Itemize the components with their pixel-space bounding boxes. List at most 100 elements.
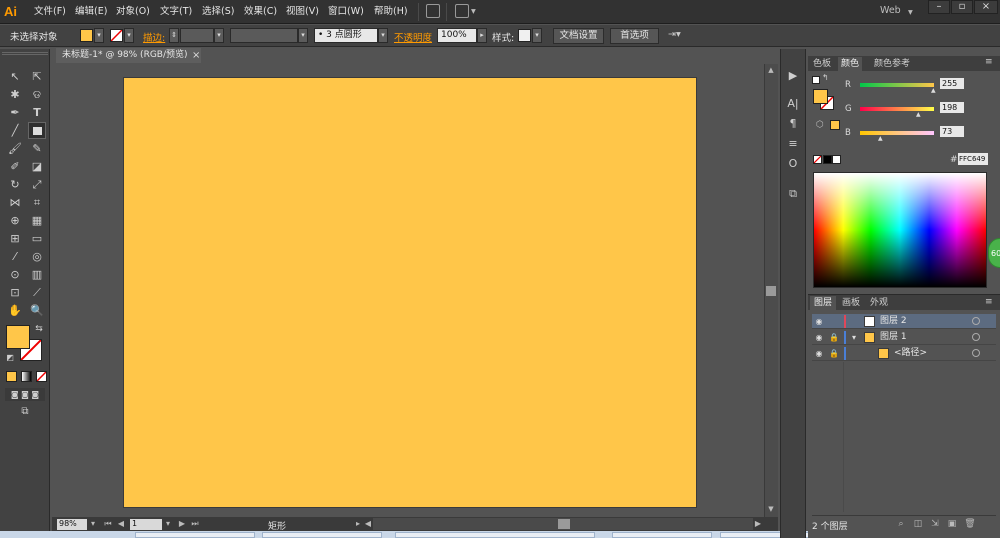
tab-artboards[interactable]: 画板: [842, 296, 860, 310]
eraser-tool-icon[interactable]: ◪: [28, 158, 46, 175]
scroll-up-icon[interactable]: ▲: [766, 66, 776, 76]
layer-target-icon[interactable]: [972, 317, 980, 325]
scroll-left-icon[interactable]: ◀: [363, 518, 373, 530]
scroll-right-icon[interactable]: ▶: [753, 518, 763, 530]
bridge-icon[interactable]: [426, 4, 440, 18]
visibility-eye-icon[interactable]: ◉: [813, 331, 825, 344]
panel-menu-icon[interactable]: ≡: [985, 55, 993, 69]
fill-swatch[interactable]: [80, 29, 93, 42]
artboard-number-field[interactable]: 1: [130, 519, 162, 530]
slider-r[interactable]: [860, 83, 934, 87]
shape-builder-tool-icon[interactable]: ⊕: [6, 212, 24, 229]
hand-tool-icon[interactable]: ✋: [6, 302, 24, 319]
gamut-swatch[interactable]: [830, 120, 840, 130]
value-b[interactable]: 73: [940, 126, 964, 137]
menu-select[interactable]: 选择(S): [202, 4, 234, 20]
value-g[interactable]: 198: [940, 102, 964, 113]
symbol-sprayer-tool-icon[interactable]: ⊙: [6, 266, 24, 283]
document-tab[interactable]: 未标题-1* @ 98% (RGB/预览): [56, 48, 201, 63]
menu-help[interactable]: 帮助(H): [374, 4, 408, 20]
artboard-rectangle[interactable]: [123, 77, 697, 508]
opacity-field[interactable]: 100%: [437, 28, 477, 43]
character-panel-icon[interactable]: A|: [784, 96, 802, 112]
next-artboard-icon[interactable]: ▶: [177, 518, 187, 530]
tab-appearance[interactable]: 外观: [870, 296, 888, 310]
workspace-switcher[interactable]: Web: [880, 5, 901, 16]
style-dropdown-icon[interactable]: ▾: [532, 28, 542, 43]
stroke-weight-dropdown-icon[interactable]: ▾: [214, 28, 224, 43]
none-color-swatch[interactable]: [813, 155, 822, 164]
slider-b[interactable]: [860, 131, 934, 135]
layer-name[interactable]: 图层 1: [880, 331, 907, 344]
menu-edit[interactable]: 编辑(E): [75, 4, 107, 20]
slider-b-handle[interactable]: ▲: [878, 135, 883, 142]
panel-menu-icon[interactable]: ⇥▾: [668, 29, 681, 40]
vertical-scroll-thumb[interactable]: [766, 286, 776, 296]
locate-object-icon[interactable]: ⌕: [895, 518, 907, 530]
gradient-mode-icon[interactable]: [21, 371, 32, 382]
preferences-button[interactable]: 首选项: [610, 28, 659, 44]
horizontal-scroll-thumb[interactable]: [558, 519, 570, 529]
stroke-weight-field[interactable]: [180, 28, 214, 43]
slider-r-handle[interactable]: ▲: [931, 87, 936, 94]
scale-tool-icon[interactable]: ⤢: [28, 176, 46, 193]
hex-input[interactable]: FFC649: [958, 153, 988, 165]
black-color-swatch[interactable]: [823, 155, 832, 164]
taskbar-item[interactable]: [262, 532, 382, 538]
previous-artboard-icon[interactable]: ◀: [116, 518, 126, 530]
arrange-dropdown-icon[interactable]: ▾: [471, 4, 476, 20]
layer-name[interactable]: <路径>: [894, 347, 927, 360]
opentype-panel-icon[interactable]: O: [784, 156, 802, 172]
expand-chevron-icon[interactable]: ▾: [848, 331, 860, 344]
mesh-tool-icon[interactable]: ⊞: [6, 230, 24, 247]
brush-dropdown-icon[interactable]: ▾: [378, 28, 388, 43]
type-tool-icon[interactable]: T: [28, 104, 46, 121]
selection-tool-icon[interactable]: ↖: [6, 68, 24, 85]
rotate-tool-icon[interactable]: ↻: [6, 176, 24, 193]
layer-target-icon[interactable]: [972, 333, 980, 341]
menu-type[interactable]: 文字(T): [160, 4, 192, 20]
visibility-eye-icon[interactable]: ◉: [813, 347, 825, 360]
zoom-dropdown-icon[interactable]: ▾: [88, 518, 98, 530]
perspective-grid-tool-icon[interactable]: ▦: [28, 212, 46, 229]
delete-layer-icon[interactable]: 🗑: [964, 518, 976, 530]
taskbar-item[interactable]: [612, 532, 712, 538]
value-r[interactable]: 255: [940, 78, 964, 89]
none-mode-icon[interactable]: [36, 371, 47, 382]
menu-file[interactable]: 文件(F): [34, 4, 66, 20]
blob-brush-tool-icon[interactable]: ✐: [6, 158, 24, 175]
graphic-style-swatch[interactable]: [518, 29, 531, 42]
layer-target-icon[interactable]: [972, 349, 980, 357]
direct-selection-tool-icon[interactable]: ⇱: [28, 68, 46, 85]
menu-window[interactable]: 窗口(W): [328, 4, 364, 20]
menu-object[interactable]: 对象(O): [116, 4, 150, 20]
slice-tool-icon[interactable]: ⟋: [28, 284, 46, 301]
column-graph-tool-icon[interactable]: ▥: [28, 266, 46, 283]
status-menu-icon[interactable]: ▸: [353, 518, 363, 530]
mini-default-colors-icon[interactable]: [812, 76, 820, 84]
artboard-tool-icon[interactable]: ⊡: [6, 284, 24, 301]
panel-menu-icon[interactable]: ≡: [985, 295, 993, 309]
screen-mode-icon[interactable]: ⧉: [14, 405, 36, 419]
free-transform-tool-icon[interactable]: ⌗: [28, 194, 46, 211]
menu-effect[interactable]: 效果(C): [244, 4, 277, 20]
stroke-swatch[interactable]: [110, 29, 123, 42]
pen-tool-icon[interactable]: ✒: [6, 104, 24, 121]
profile-dropdown-icon[interactable]: ▾: [298, 28, 308, 43]
opacity-dropdown-icon[interactable]: ▸: [477, 28, 487, 43]
slider-g[interactable]: [860, 107, 934, 111]
magic-wand-tool-icon[interactable]: ✱: [6, 86, 24, 103]
taskbar-item[interactable]: [135, 532, 255, 538]
fill-indicator[interactable]: [813, 89, 828, 104]
zoom-tool-icon[interactable]: 🔍: [28, 302, 46, 319]
line-tool-icon[interactable]: ╱: [6, 122, 24, 139]
visibility-eye-icon[interactable]: ◉: [813, 315, 825, 328]
floating-badge[interactable]: 60: [988, 238, 1000, 268]
brush-definition-field[interactable]: • 3 点圆形: [314, 28, 378, 43]
artboard-dropdown-icon[interactable]: ▾: [163, 518, 173, 530]
color-mode-icon[interactable]: [6, 371, 17, 382]
out-of-gamut-icon[interactable]: ⬡: [816, 120, 824, 130]
document-setup-button[interactable]: 文档设置: [553, 28, 604, 44]
new-sublayer-icon[interactable]: ⇲: [929, 518, 941, 530]
slider-g-handle[interactable]: ▲: [916, 111, 921, 118]
